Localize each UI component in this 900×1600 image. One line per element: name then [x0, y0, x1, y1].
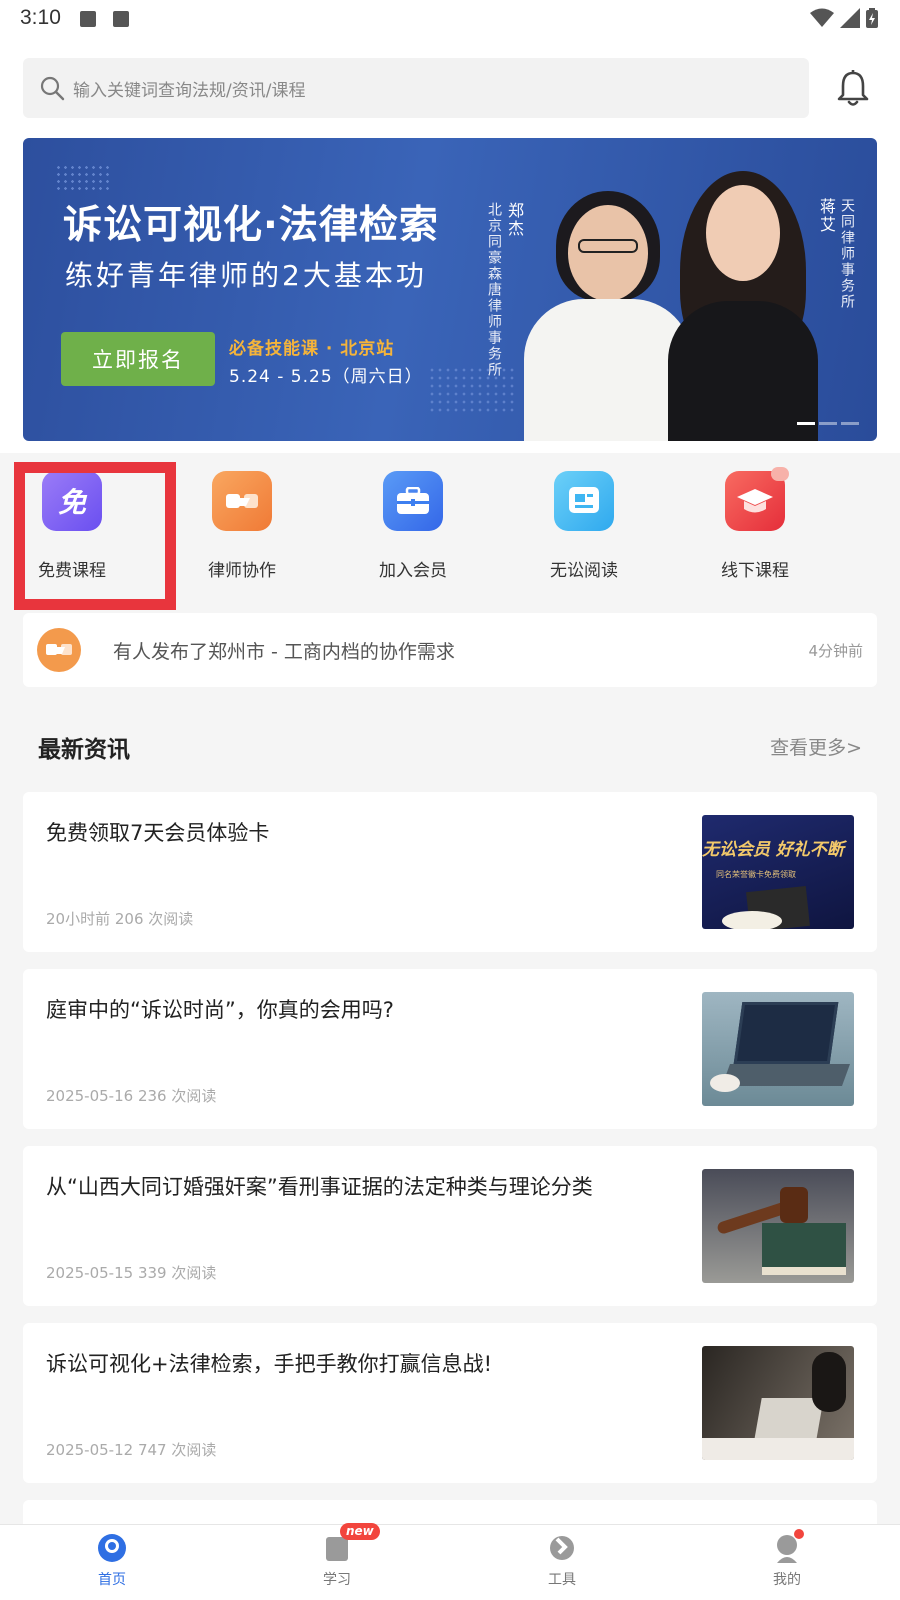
wrench-icon	[545, 1531, 579, 1565]
decor-dots	[428, 366, 518, 414]
menu-lawyer-collab[interactable]: 律师协作	[187, 471, 297, 581]
tab-mine[interactable]: 我的	[737, 1529, 837, 1589]
menu-label: 加入会员	[379, 561, 447, 581]
news-item[interactable]: 从“山西大同订婚强奸案”看刑事证据的法定种类与理论分类 2025-05-15 3…	[23, 1146, 877, 1306]
menu-label: 律师协作	[208, 561, 276, 581]
news-title: 诉讼可视化+法律检索，手把手教你打赢信息战!	[46, 1352, 493, 1376]
status-time: 3:10	[20, 6, 61, 29]
news-thumbnail	[702, 992, 854, 1106]
wifi-icon	[810, 8, 834, 27]
register-button[interactable]: 立即报名	[61, 332, 215, 386]
news-thumbnail	[702, 1346, 854, 1460]
unread-dot	[794, 1529, 804, 1539]
tab-home[interactable]: 首页	[62, 1531, 162, 1589]
handshake-icon	[37, 628, 81, 672]
tab-study[interactable]: new 学习	[287, 1523, 387, 1589]
book-icon: new	[320, 1523, 380, 1565]
search-icon	[40, 76, 65, 101]
decor-dots	[55, 164, 111, 192]
news-item[interactable]: 庭审中的“诉讼时尚”，你真的会用吗? 2025-05-16 236 次阅读	[23, 969, 877, 1129]
news-item[interactable]: 免费领取7天会员体验卡 20小时前 206 次阅读 无讼会员 好礼不断 同名荣誉…	[23, 792, 877, 952]
tab-label: 我的	[773, 1572, 801, 1588]
collab-notice[interactable]: 有人发布了郑州市 - 工商内档的协作需求 4分钟前	[23, 613, 877, 687]
banner-title: 诉讼可视化·法律检索	[63, 203, 439, 248]
lecturer2-firm: 天同律师事务所	[839, 198, 855, 310]
banner-tag: 必备技能课 · 北京站	[229, 339, 395, 359]
profile-icon	[770, 1529, 804, 1565]
news-title: 免费领取7天会员体验卡	[46, 821, 270, 845]
menu-offline-course[interactable]: 线下课程	[700, 467, 810, 581]
reading-icon	[554, 471, 614, 531]
news-meta: 20小时前 206 次阅读	[46, 910, 194, 928]
search-placeholder: 输入关键词查询法规/资讯/课程	[73, 81, 306, 101]
home-icon	[95, 1531, 129, 1565]
status-bar: 3:10	[0, 0, 900, 40]
news-list: 免费领取7天会员体验卡 20小时前 206 次阅读 无讼会员 好礼不断 同名荣誉…	[23, 792, 877, 1600]
news-title: 从“山西大同订婚强奸案”看刑事证据的法定种类与理论分类	[46, 1175, 593, 1199]
banner-subtitle: 练好青年律师的2大基本功	[65, 259, 427, 292]
search-input[interactable]: 输入关键词查询法规/资讯/课程	[23, 58, 809, 118]
news-thumbnail	[702, 1169, 854, 1283]
handshake-icon	[212, 471, 272, 531]
news-meta: 2025-05-12 747 次阅读	[46, 1441, 217, 1459]
new-badge: new	[340, 1523, 380, 1540]
bell-icon[interactable]	[832, 68, 874, 110]
view-more-link[interactable]: 查看更多>	[770, 733, 862, 760]
signal-icon	[840, 8, 860, 28]
lecturer2-photo	[658, 151, 828, 441]
news-thumbnail: 无讼会员 好礼不断 同名荣誉徽卡免费领取	[702, 815, 854, 929]
app-notification-icon	[113, 11, 129, 27]
status-indicators	[810, 8, 878, 28]
bottom-tab-bar: 首页 new 学习 工具 我的	[0, 1523, 900, 1600]
tab-label: 工具	[548, 1572, 576, 1588]
news-item[interactable]: 诉讼可视化+法律检索，手把手教你打赢信息战! 2025-05-12 747 次阅…	[23, 1323, 877, 1483]
news-section-title: 最新资讯	[38, 737, 130, 763]
banner-pager	[797, 422, 859, 425]
menu-wusong-reading[interactable]: 无讼阅读	[529, 471, 639, 581]
tab-label: 首页	[98, 1572, 126, 1588]
battery-icon	[866, 8, 878, 28]
notice-time: 4分钟前	[808, 642, 863, 660]
news-meta: 2025-05-16 236 次阅读	[46, 1087, 217, 1105]
banner-date: 5.24 - 5.25（周六日）	[229, 367, 423, 387]
news-meta: 2025-05-15 339 次阅读	[46, 1264, 217, 1282]
menu-label: 无讼阅读	[550, 561, 618, 581]
lecturer1-firm: 北京同豪森唐律师事务所	[486, 202, 502, 378]
tab-tools[interactable]: 工具	[512, 1531, 612, 1589]
highlight-annotation	[14, 462, 176, 610]
news-title: 庭审中的“诉讼时尚”，你真的会用吗?	[46, 998, 394, 1022]
menu-join-membership[interactable]: 加入会员	[358, 471, 468, 581]
promo-banner[interactable]: 诉讼可视化·法律检索 练好青年律师的2大基本功 立即报名 必备技能课 · 北京站…	[23, 138, 877, 441]
image-notification-icon	[80, 11, 96, 27]
graduation-cap-icon	[725, 467, 789, 531]
header: 输入关键词查询法规/资讯/课程	[0, 40, 900, 128]
tab-label: 学习	[323, 1572, 351, 1588]
menu-label: 线下课程	[721, 561, 789, 581]
briefcase-icon	[383, 471, 443, 531]
notice-text: 有人发布了郑州市 - 工商内档的协作需求	[113, 641, 455, 663]
